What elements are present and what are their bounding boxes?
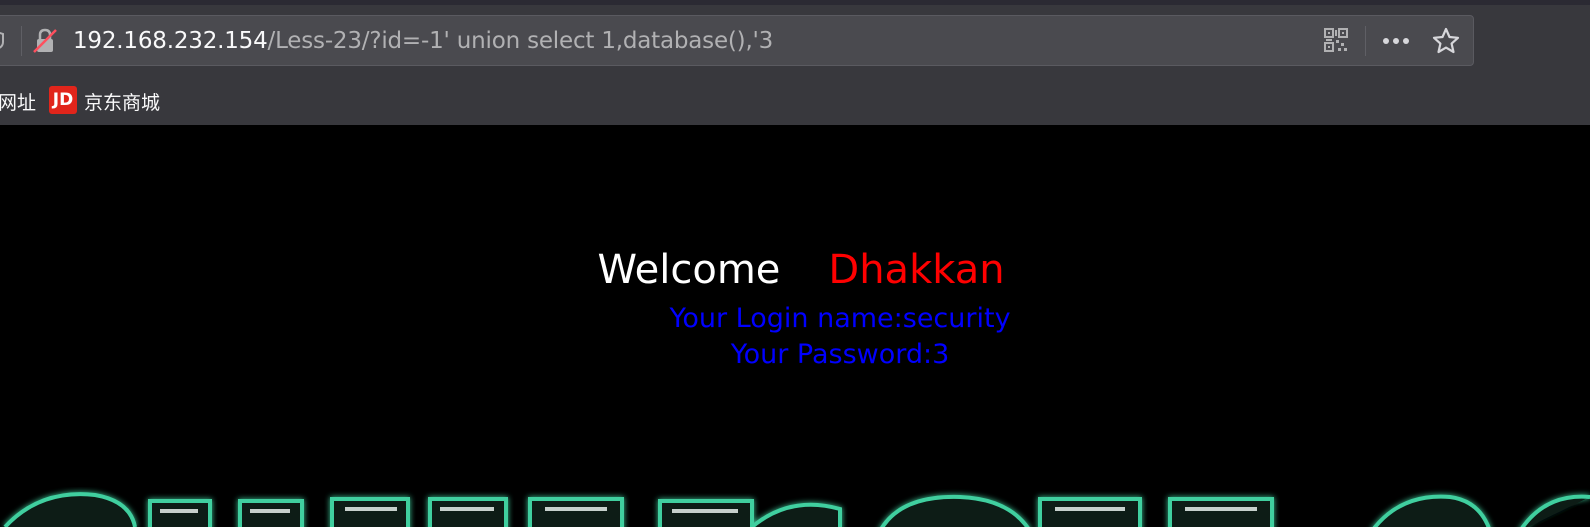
address-bar[interactable]: 192.168.232.154/Less-23/?id=-1' union se… [0,15,1474,66]
browser-chrome: 192.168.232.154/Less-23/?id=-1' union se… [0,0,1590,125]
banner-image [3,492,1590,527]
bookmark-item-partial[interactable]: 网址 [0,88,36,115]
login-name-text: Your Login name:security [669,303,1011,334]
bookmarks-toolbar: 网址 JD 京东商城 [0,84,1590,118]
urlbar-divider [21,26,22,56]
page-content: Welcome Dhakkan Your Login name:security … [0,125,1590,527]
tracking-protection-icon[interactable] [0,30,5,50]
urlbar-divider [1365,26,1366,56]
bookmark-item-jd[interactable]: 京东商城 [84,88,160,115]
username: Dhakkan [828,247,1005,293]
jd-favicon-icon[interactable]: JD [49,86,77,114]
password-text: Your Password:3 [730,339,950,370]
bookmark-star-icon[interactable] [1431,26,1461,56]
more-actions-icon[interactable] [1380,30,1412,52]
url-path: /Less-23/?id=-1' union select 1,database… [267,28,774,54]
tab-strip-edge [0,0,1590,5]
url-text[interactable]: 192.168.232.154/Less-23/?id=-1' union se… [73,26,773,56]
qr-code-icon[interactable] [1323,27,1349,53]
insecure-lock-icon[interactable] [32,28,58,54]
url-host: 192.168.232.154 [73,28,268,54]
welcome-label: Welcome [597,247,781,293]
welcome-heading: Welcome Dhakkan [0,247,1590,293]
